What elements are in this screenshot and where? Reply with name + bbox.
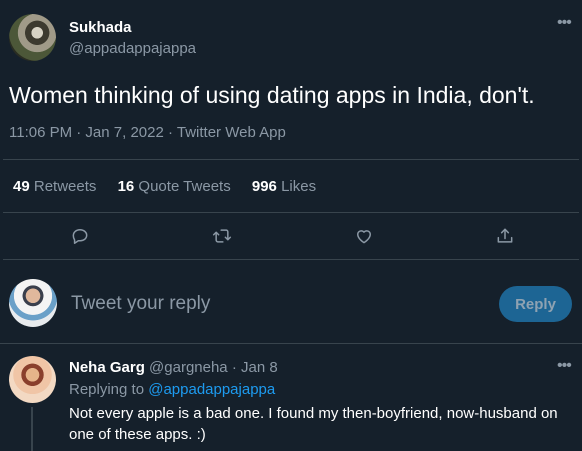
separator-dot: · — [231, 359, 237, 376]
reply-author-avatar[interactable] — [9, 356, 56, 403]
reply-author-name[interactable]: Neha Garg — [69, 359, 145, 376]
retweets-label: Retweets — [33, 178, 97, 195]
author-handle[interactable]: @appadappajappa — [69, 40, 196, 57]
thread-line — [31, 407, 33, 451]
tweet-meta: 11:06 PM · Jan 7, 2022 · Twitter Web App — [9, 124, 286, 141]
likes-label: Likes — [281, 178, 317, 195]
current-user-avatar — [9, 279, 57, 327]
quote-label: Quote Tweets — [138, 178, 231, 195]
heart-icon[interactable] — [344, 216, 384, 256]
reply-input[interactable] — [71, 291, 451, 317]
reply-button[interactable]: Reply — [499, 286, 572, 322]
divider — [3, 212, 579, 213]
reply-icon[interactable] — [60, 216, 100, 256]
retweets-count: 49 — [13, 178, 30, 195]
retweets-stat[interactable]: 49 Retweets — [13, 178, 96, 195]
divider — [0, 343, 582, 344]
author-name[interactable]: Sukhada — [69, 19, 132, 36]
reply-date[interactable]: Jan 8 — [241, 359, 278, 376]
divider — [3, 159, 579, 160]
share-icon[interactable] — [485, 216, 525, 256]
reply-text: Not every apple is a bad one. I found my… — [69, 405, 558, 443]
replying-prefix: Replying to — [69, 381, 145, 398]
quote-tweets-stat[interactable]: 16 Quote Tweets — [118, 178, 231, 195]
likes-count: 996 — [251, 178, 277, 195]
tweet-text: Women thinking of using dating apps in I… — [9, 82, 535, 108]
divider — [3, 259, 579, 260]
reply-header: Neha Garg @gargneha · Jan 8 — [69, 359, 278, 376]
replying-handle-link[interactable]: @appadappajappa — [148, 381, 275, 398]
likes-stat[interactable]: 996 Likes — [252, 178, 316, 195]
more-options-icon[interactable]: ••• — [557, 14, 572, 32]
author-avatar[interactable] — [9, 14, 56, 61]
retweet-icon[interactable] — [202, 216, 242, 256]
reply-more-options-icon[interactable]: ••• — [557, 357, 572, 375]
tweet-stats: 49 Retweets 16 Quote Tweets 996 Likes — [13, 178, 316, 195]
replying-to: Replying to @appadappajappa — [69, 381, 275, 398]
reply-author-handle[interactable]: @gargneha — [149, 359, 228, 376]
quote-count: 16 — [117, 178, 135, 195]
